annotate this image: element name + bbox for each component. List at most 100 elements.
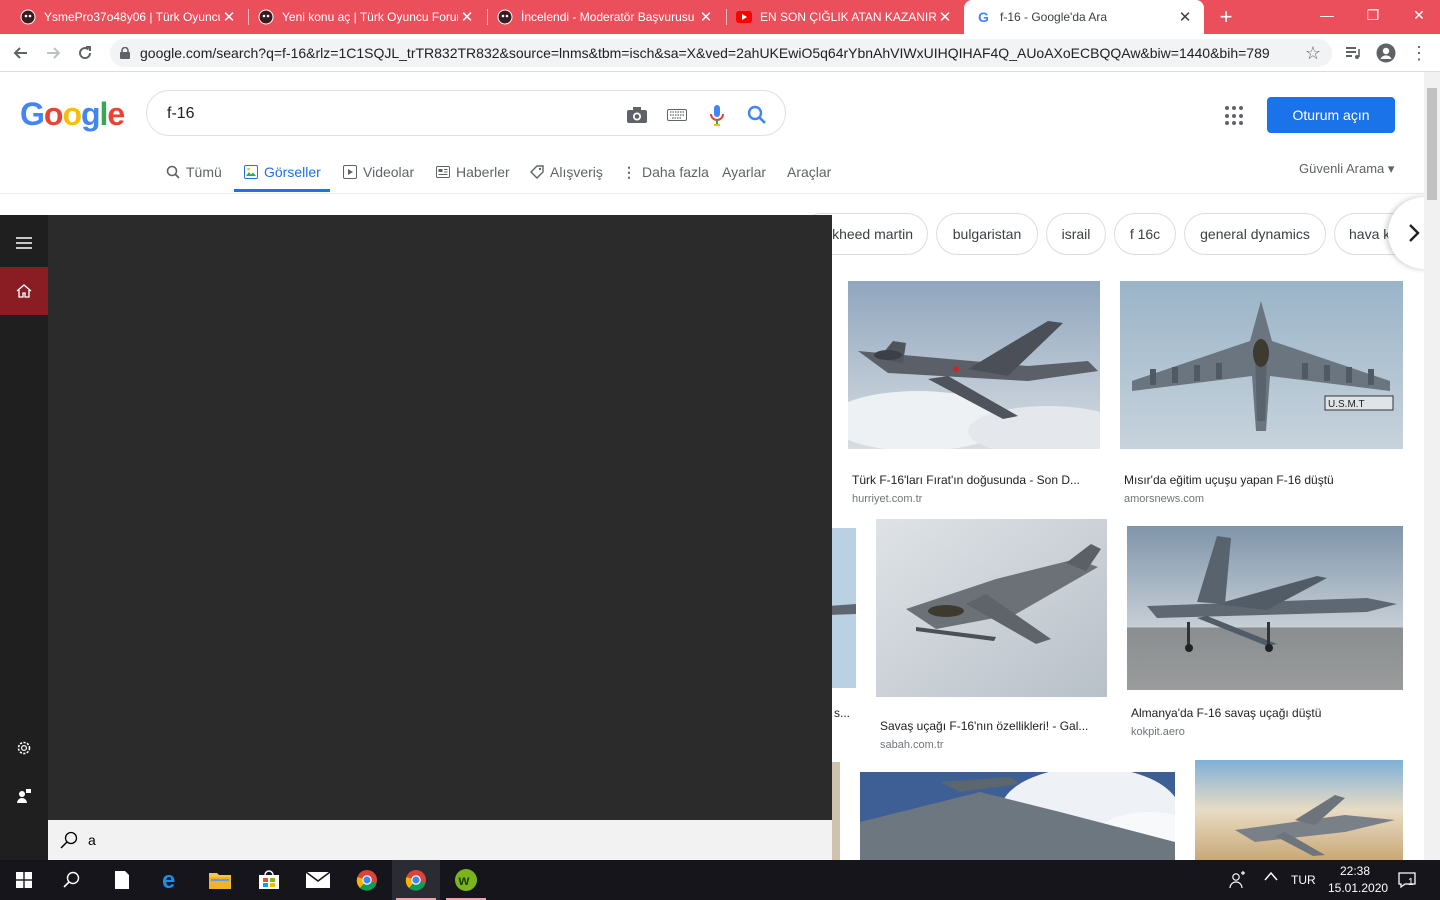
filter-chip[interactable]: israil (1046, 213, 1106, 255)
people-icon[interactable] (1214, 860, 1262, 900)
tab-settings[interactable]: Ayarlar (722, 162, 766, 182)
svg-text:e: e (162, 869, 175, 891)
image-result[interactable]: U.S.M.T Mısır'da eğitim uçuşu yapan F-16… (1120, 281, 1403, 506)
image-icon (244, 165, 258, 179)
tab-shopping[interactable]: Alışveriş (530, 162, 603, 182)
address-bar[interactable]: google.com/search?q=f-16&rlz=1C1SQJL_trT… (110, 39, 1332, 67)
safe-search-dropdown[interactable]: Güvenli Arama ▾ (1299, 161, 1394, 177)
caret-down-icon: ▾ (1387, 161, 1395, 176)
close-tab-icon[interactable]: ✕ (458, 8, 476, 26)
result-caption[interactable]: s... (834, 706, 854, 720)
reload-button[interactable] (72, 40, 98, 66)
tab-all[interactable]: Tümü (166, 162, 222, 182)
scrollbar-thumb[interactable] (1427, 88, 1437, 200)
result-caption[interactable]: Mısır'da eğitim uçuşu yapan F-16 düştü (1124, 473, 1400, 487)
tab-more[interactable]: ⋮ Daha fazla (622, 162, 709, 182)
browser-toolbar: google.com/search?q=f-16&rlz=1C1SQJL_trT… (0, 34, 1440, 72)
browser-menu-icon[interactable]: ⋮ (1406, 40, 1432, 66)
start-search-box[interactable]: a (48, 820, 832, 860)
forward-button[interactable] (40, 40, 66, 66)
result-source: amorsnews.com (1124, 493, 1205, 505)
forum-favicon-icon (497, 9, 513, 25)
back-button[interactable] (8, 40, 34, 66)
file-explorer-icon[interactable] (196, 860, 244, 900)
forum-favicon-icon (258, 9, 274, 25)
tab-tools[interactable]: Araçlar (787, 162, 831, 182)
windows-start-icon[interactable] (0, 860, 48, 900)
tab-news[interactable]: Haberler (436, 162, 510, 182)
search-icon[interactable] (745, 103, 769, 127)
result-thumbnail[interactable] (848, 281, 1100, 449)
close-tab-icon[interactable]: ✕ (936, 8, 954, 26)
tab-title: f-16 - Google'da Ara (1000, 10, 1108, 24)
sign-in-button[interactable]: Oturum açın (1267, 97, 1395, 133)
clock-date[interactable]: 15.01.2020 (1328, 881, 1388, 895)
search-box[interactable]: f-16 (146, 90, 786, 136)
reload-icon (79, 46, 92, 60)
tab-title: Yeni konu aç | Türk Oyuncu Forum (282, 10, 458, 24)
restore-button[interactable]: ❐ (1350, 0, 1396, 30)
result-caption[interactable]: Savaş uçağı F-16'nın özellikleri! - Gal.… (880, 719, 1104, 733)
minimize-button[interactable]: — (1304, 0, 1350, 30)
image-result[interactable]: Türk F-16'ları Fırat'ın doğusunda - Son … (848, 281, 1100, 506)
chrome-active-icon[interactable] (392, 860, 440, 900)
result-caption[interactable]: Türk F-16'ları Fırat'ın doğusunda - Son … (852, 473, 1096, 487)
close-tab-icon[interactable]: ✕ (1176, 8, 1194, 26)
gear-icon[interactable] (0, 724, 48, 772)
tab-images[interactable]: Görseller (244, 162, 321, 182)
home-icon[interactable] (0, 267, 48, 315)
store-icon[interactable] (245, 860, 293, 900)
browser-tab[interactable]: YsmePro37o48y06 | Türk Oyuncu Forum ✕ (0, 0, 248, 34)
filter-chip[interactable]: f 16c (1114, 213, 1176, 255)
result-thumbnail[interactable] (1195, 760, 1403, 860)
result-thumbnail[interactable] (1127, 526, 1403, 690)
image-result[interactable]: Almanya'da F-16 savaş uçağı düştü kokpit… (1127, 526, 1403, 746)
result-caption[interactable]: Almanya'da F-16 savaş uçağı düştü (1131, 706, 1401, 720)
forum-favicon-icon (20, 9, 36, 25)
mail-icon[interactable] (294, 860, 342, 900)
wps-app-icon[interactable]: w (442, 860, 490, 900)
camera-icon[interactable] (625, 103, 649, 127)
tab-videos[interactable]: Videolar (343, 162, 414, 182)
filter-chip[interactable]: bulgaristan (936, 213, 1038, 255)
result-thumbnail[interactable] (860, 772, 1175, 860)
profile-avatar-icon[interactable] (1373, 40, 1399, 66)
close-window-button[interactable]: ✕ (1396, 0, 1440, 30)
browser-tab[interactable]: EN SON ÇIĞLIK ATAN KAZANIR !! ✕ (716, 0, 964, 34)
tray-chevron-up-icon[interactable] (1264, 870, 1278, 884)
close-tab-icon[interactable]: ✕ (697, 8, 715, 26)
hamburger-menu-icon[interactable] (0, 219, 48, 267)
image-result[interactable]: Savaş uçağı F-16'nın özellikleri! - Gal.… (876, 519, 1107, 751)
search-input[interactable]: f-16 (167, 105, 195, 123)
google-apps-icon[interactable] (1225, 106, 1245, 126)
notification-center-icon[interactable]: 1 (1398, 871, 1420, 889)
microphone-icon[interactable] (705, 103, 729, 127)
file-icon[interactable] (98, 860, 146, 900)
edge-browser-icon[interactable]: e (148, 860, 196, 900)
input-language[interactable]: TUR (1291, 873, 1316, 887)
tab-title: İncelendi - Moderatör Başvurusu (521, 10, 695, 24)
user-feedback-icon[interactable] (0, 772, 48, 820)
google-logo[interactable]: Google (20, 96, 125, 133)
media-controls-icon[interactable] (1340, 40, 1366, 66)
start-search-input[interactable]: a (88, 832, 96, 848)
browser-tab[interactable]: İncelendi - Moderatör Başvurusu ✕ (477, 0, 725, 34)
new-tab-button[interactable]: + (1214, 4, 1238, 29)
browser-tab[interactable]: Yeni konu aç | Türk Oyuncu Forum ✕ (238, 0, 486, 34)
result-thumbnail[interactable] (876, 519, 1107, 697)
clock-time[interactable]: 22:38 (1340, 864, 1370, 878)
keyboard-icon[interactable] (665, 103, 689, 127)
chrome-icon[interactable] (343, 860, 391, 900)
bookmark-star-icon[interactable]: ☆ (1300, 40, 1326, 66)
image-result[interactable] (860, 772, 1175, 860)
close-tab-icon[interactable]: ✕ (220, 8, 238, 26)
search-icon (60, 831, 78, 849)
result-source: kokpit.aero (1131, 726, 1185, 738)
filter-chip[interactable]: general dynamics (1184, 213, 1326, 255)
result-thumbnail[interactable]: U.S.M.T (1120, 281, 1403, 449)
page-scrollbar[interactable] (1424, 72, 1440, 860)
image-result[interactable] (832, 762, 840, 860)
taskbar-search-icon[interactable] (48, 860, 96, 900)
image-result[interactable] (1195, 760, 1403, 860)
browser-tab-active[interactable]: G f-16 - Google'da Ara ✕ (964, 0, 1204, 34)
